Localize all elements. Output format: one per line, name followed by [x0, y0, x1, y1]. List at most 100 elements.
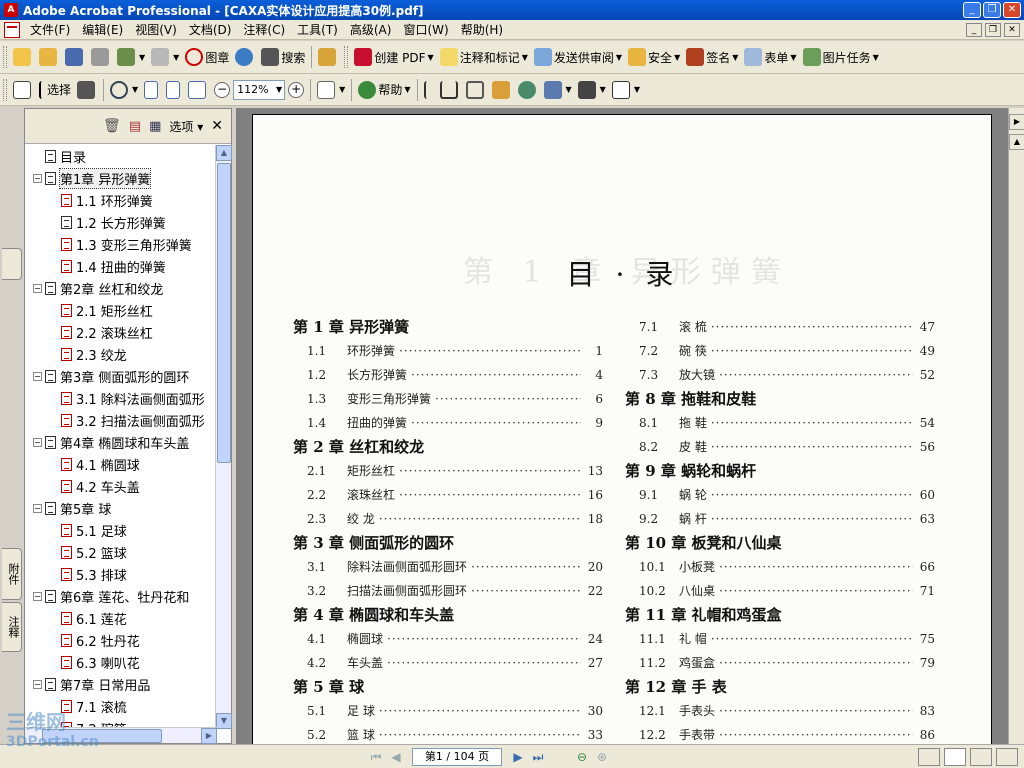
bookmark-item[interactable]: 1.3 变形三角形弹簧: [25, 233, 217, 255]
bookmark-item[interactable]: 2.3 绞龙: [25, 343, 217, 365]
toc-section[interactable]: 2.2 滚珠丝杠 ·································…: [293, 483, 603, 507]
toc-section[interactable]: 10.2 八仙桌 ·································…: [625, 579, 935, 603]
bookmark-item[interactable]: 6.3 喇叭花: [25, 651, 217, 673]
movie-tool-button[interactable]: ▼: [575, 78, 609, 102]
toc-chapter[interactable]: 第 2 章 丝杠和绞龙: [293, 435, 603, 459]
stamp-button[interactable]: 图章: [182, 45, 232, 69]
bookmark-item[interactable]: − 第4章 椭圆球和车头盖: [25, 431, 217, 453]
bookmark-item[interactable]: 4.2 车头盖: [25, 475, 217, 497]
last-page-icon[interactable]: ⏭: [528, 748, 548, 766]
toc-chapter[interactable]: 第 5 章 球: [293, 675, 603, 699]
continuous-facing-icon[interactable]: [996, 747, 1018, 766]
toc-section[interactable]: 1.2 长方形弹簧 ································…: [293, 363, 603, 387]
print-button[interactable]: [88, 45, 114, 69]
select-tool-button[interactable]: 选择: [36, 78, 74, 102]
page-number-field[interactable]: 第1 / 104 页: [412, 747, 502, 766]
toc-chapter[interactable]: 第 12 章 手 表: [625, 675, 935, 699]
toc-chapter[interactable]: 第 11 章 礼帽和鸡蛋盒: [625, 603, 935, 627]
options-menu[interactable]: 选项 ▾: [169, 118, 203, 135]
toc-section[interactable]: 1.4 扭曲的弹簧 ································…: [293, 411, 603, 435]
article-tool-button[interactable]: [515, 78, 541, 102]
zoom-out-button[interactable]: −: [211, 78, 233, 102]
expand-bookmark-icon[interactable]: ▤: [129, 119, 141, 134]
document-icon[interactable]: [4, 21, 20, 38]
security-button[interactable]: 安全 ▼: [625, 45, 683, 69]
continuous-icon[interactable]: [944, 747, 966, 766]
tab-layers[interactable]: [2, 248, 22, 280]
send-review-button[interactable]: 发送供审阅 ▼: [531, 45, 625, 69]
scroll-thumb[interactable]: [217, 163, 231, 463]
toc-section[interactable]: 5.2 篮 球 ··································…: [293, 723, 603, 744]
bookmark-item[interactable]: − 第5章 球: [25, 497, 217, 519]
menu-item[interactable]: 文档(D): [183, 21, 238, 38]
bookmark-item[interactable]: 3.2 扫描法画侧面弧形: [25, 409, 217, 431]
acrobat-tasks-button[interactable]: [315, 45, 341, 69]
email-button[interactable]: [232, 45, 258, 69]
magnet-tool-button[interactable]: [437, 78, 463, 102]
toc-section[interactable]: 12.1 手表头 ·································…: [625, 699, 935, 723]
toc-section[interactable]: 4.1 椭圆球 ··································…: [293, 627, 603, 651]
search-button[interactable]: 搜索: [258, 45, 308, 69]
toc-section[interactable]: 9.1 蜗 轮 ··································…: [625, 483, 935, 507]
toc-chapter[interactable]: 第 1 章 异形弹簧: [293, 315, 603, 339]
bookmarks-vertical-scrollbar[interactable]: ▲ ▼: [215, 145, 232, 729]
collapse-toggle-icon[interactable]: −: [33, 173, 42, 183]
toc-chapter[interactable]: 第 9 章 蜗轮和蜗杆: [625, 459, 935, 483]
bookmark-item[interactable]: 6.1 莲花: [25, 607, 217, 629]
touchup-text-button[interactable]: ▼: [609, 78, 643, 102]
menu-item[interactable]: 注释(C): [237, 21, 291, 38]
close-panel-icon[interactable]: ✕: [211, 118, 223, 134]
toc-section[interactable]: 8.1 拖 鞋 ··································…: [625, 411, 935, 435]
toc-chapter[interactable]: 第 10 章 板凳和八仙桌: [625, 531, 935, 555]
bookmark-item[interactable]: 3.1 除料法画侧面弧形: [25, 387, 217, 409]
fit-page-button[interactable]: [163, 78, 185, 102]
maximize-button[interactable]: ❐: [983, 2, 1001, 18]
menu-item[interactable]: 文件(F): [24, 21, 76, 38]
create-pdf-button[interactable]: 创建 PDF ▼: [351, 45, 436, 69]
actual-size-button[interactable]: [141, 78, 163, 102]
bookmark-item[interactable]: 目录: [25, 145, 217, 167]
menu-item[interactable]: 高级(A): [344, 21, 398, 38]
object-select-button[interactable]: [421, 78, 437, 102]
toc-section[interactable]: 7.3 放大镜 ··································…: [625, 363, 935, 387]
snapshot-button[interactable]: [74, 78, 100, 102]
open-button[interactable]: [10, 45, 36, 69]
rotate-button[interactable]: ▼: [314, 78, 348, 102]
help-button[interactable]: 帮助 ▼: [355, 78, 413, 102]
save-button[interactable]: [62, 45, 88, 69]
previous-view-icon[interactable]: ⊖: [572, 748, 592, 766]
toc-section[interactable]: 3.2 扫描法画侧面弧形圆环···························…: [293, 579, 603, 603]
sign-button[interactable]: 签名 ▼: [683, 45, 741, 69]
toc-chapter[interactable]: 第 4 章 椭圆球和车头盖: [293, 603, 603, 627]
scroll-right-arrow-icon[interactable]: ▶: [1009, 114, 1024, 130]
bookmark-item[interactable]: − 第6章 莲花、牡丹花和: [25, 585, 217, 607]
menu-item[interactable]: 窗口(W): [397, 21, 454, 38]
tab-attachments[interactable]: 附件: [2, 548, 22, 600]
zoom-tool-button[interactable]: ▼: [107, 78, 141, 102]
scroll-down-icon[interactable]: ▼: [216, 713, 232, 729]
bookmark-item[interactable]: − 第3章 侧面弧形的圆环: [25, 365, 217, 387]
toc-chapter[interactable]: 第 3 章 侧面弧形的圆环: [293, 531, 603, 555]
comment-markup-button[interactable]: 注释和标记 ▼: [437, 45, 531, 69]
toolbar-grip[interactable]: [344, 46, 349, 68]
toc-section[interactable]: 2.1 矩形丝杠 ·································…: [293, 459, 603, 483]
next-view-icon[interactable]: ⊕: [592, 748, 612, 766]
next-page-icon[interactable]: ▶: [508, 748, 528, 766]
toc-section[interactable]: 7.1 滚 梳 ··································…: [625, 315, 935, 339]
bookmark-item[interactable]: 5.1 足球: [25, 519, 217, 541]
doc-minimize-button[interactable]: _: [966, 22, 982, 37]
toc-chapter[interactable]: 第 8 章 拖鞋和皮鞋: [625, 387, 935, 411]
toolbar-grip[interactable]: [3, 78, 7, 101]
toc-section[interactable]: 11.1 礼 帽 ·································…: [625, 627, 935, 651]
toc-section[interactable]: 12.2 手表带 ·································…: [625, 723, 935, 744]
bookmark-item[interactable]: 4.1 椭圆球: [25, 453, 217, 475]
forms-button[interactable]: 表单 ▼: [741, 45, 799, 69]
trash-icon[interactable]: 🗑: [103, 118, 121, 134]
bookmark-item[interactable]: 1.4 扭曲的弹簧: [25, 255, 217, 277]
scroll-right-icon[interactable]: ▶: [201, 728, 217, 744]
minimize-button[interactable]: _: [963, 2, 981, 18]
close-button[interactable]: ✕: [1003, 2, 1021, 18]
tab-comments[interactable]: 注释: [2, 602, 22, 652]
menu-item[interactable]: 编辑(E): [76, 21, 129, 38]
bookmark-item[interactable]: 1.1 环形弹簧: [25, 189, 217, 211]
